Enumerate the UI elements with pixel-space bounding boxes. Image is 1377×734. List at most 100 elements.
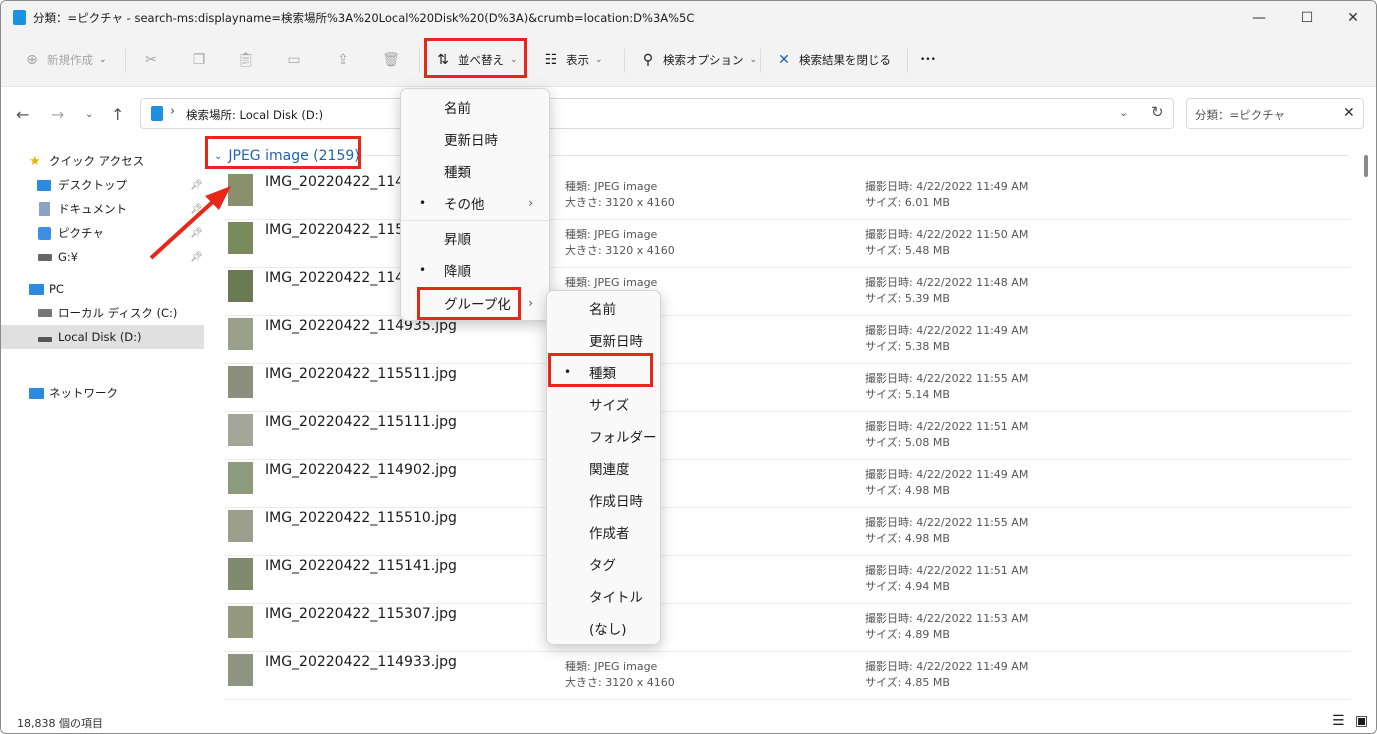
file-size: サイズ: 4.98 MB: [865, 532, 950, 545]
highlight-sort-button: [424, 38, 527, 78]
group-by-option[interactable]: 関連度: [547, 452, 660, 484]
group-by-option[interactable]: タイトル: [547, 580, 660, 612]
sidebar-item-label: Local Disk (D:): [58, 330, 142, 344]
search-options-button[interactable]: ⚲ 検索オプション ⌄: [639, 47, 757, 73]
menu-item-label: その他: [444, 197, 485, 213]
group-by-option[interactable]: フォルダー: [547, 420, 660, 452]
sidebar-item-label: クイック アクセス: [49, 154, 145, 168]
divider: [419, 49, 420, 73]
recent-dropdown-icon[interactable]: ⌄: [85, 109, 93, 120]
cut-button[interactable]: ✂: [142, 47, 166, 73]
image-thumbnail: [228, 366, 253, 398]
file-size: サイズ: 4.94 MB: [865, 580, 950, 593]
refresh-icon[interactable]: ↻: [1151, 103, 1164, 121]
file-size: サイズ: 4.98 MB: [865, 484, 950, 497]
address-bar[interactable]: › 検索場所: Local Disk (D:) ⌄ ↻: [140, 98, 1174, 129]
chevron-down-icon[interactable]: ⌄: [1119, 106, 1128, 119]
file-name: IMG_20220422_115510.jpg: [265, 510, 457, 526]
group-by-option[interactable]: 作成者: [547, 516, 660, 548]
file-row[interactable]: IMG_20220422_1148 種類: JPEG image 撮影日時: 4/2…: [223, 268, 1350, 316]
file-size: サイズ: 5.39 MB: [865, 292, 950, 305]
more-button[interactable]: •••: [920, 47, 936, 73]
details-view-icon[interactable]: ☰: [1332, 713, 1345, 729]
sidebar-item-label: ピクチャ: [58, 226, 104, 240]
view-button[interactable]: ☷ 表示 ⌄: [542, 47, 603, 73]
up-icon[interactable]: ↑: [111, 105, 124, 124]
plus-icon: ⊕: [26, 52, 38, 68]
vertical-scrollbar[interactable]: [1364, 155, 1370, 710]
close-search-button[interactable]: ✕ 検索結果を閉じる: [775, 47, 891, 73]
status-bar: 18,838 個の項目 ☰ ▣: [1, 711, 1376, 733]
group-by-option[interactable]: 作成日時: [547, 484, 660, 516]
file-name: IMG_20220422_1150: [265, 222, 413, 238]
divider: [907, 49, 908, 73]
delete-button[interactable]: 🗑︎: [382, 47, 406, 73]
group-by-option[interactable]: タグ: [547, 548, 660, 580]
sidebar-item-network[interactable]: ネットワーク: [1, 381, 204, 405]
menu-item-label: 作成者: [589, 526, 630, 542]
group-by-option[interactable]: 名前: [547, 292, 660, 324]
sidebar-item-local-c[interactable]: ローカル ディスク (C:): [1, 301, 204, 325]
view-list-icon: ☷: [544, 52, 558, 68]
sort-ascending[interactable]: 昇順: [401, 222, 549, 254]
group-by-option[interactable]: サイズ: [547, 388, 660, 420]
menu-item-label: タグ: [589, 558, 616, 574]
chevron-right-icon: ›: [170, 104, 176, 119]
menu-item-label: フォルダー: [589, 430, 657, 446]
search-options-label: 検索オプション: [663, 53, 744, 67]
file-row[interactable]: IMG_20220422_115307.jpg 撮影日時: 4/22/2022 1…: [223, 604, 1350, 652]
drive-icon: [38, 309, 52, 317]
file-row[interactable]: IMG_20220422_1148 種類: JPEG image 大きさ: 3120…: [223, 172, 1350, 220]
copy-button[interactable]: ❐: [190, 47, 214, 73]
sidebar-item-local-d[interactable]: Local Disk (D:): [1, 325, 204, 349]
paste-button[interactable]: 📋︎: [237, 47, 261, 73]
back-icon[interactable]: ←: [16, 105, 29, 124]
file-row[interactable]: IMG_20220422_114933.jpg 種類: JPEG image 大きさ…: [223, 652, 1350, 700]
file-name: IMG_20220422_115111.jpg: [265, 414, 457, 430]
minimize-button[interactable]: —: [1236, 1, 1282, 35]
sidebar-item-pc[interactable]: PC: [1, 277, 204, 301]
sort-by-date-modified[interactable]: 更新日時: [401, 123, 549, 155]
file-row[interactable]: IMG_20220422_115511.jpg 撮影日時: 4/22/2022 1…: [223, 364, 1350, 412]
file-row[interactable]: IMG_20220422_114935.jpg 撮影日時: 4/22/2022 1…: [223, 316, 1350, 364]
chevron-right-icon: ›: [528, 196, 533, 210]
clear-search-icon[interactable]: ✕: [1343, 105, 1355, 121]
search-folder-icon: [151, 106, 163, 121]
file-row[interactable]: IMG_20220422_115141.jpg 撮影日時: 4/22/2022 1…: [223, 556, 1350, 604]
image-thumbnail: [228, 318, 253, 350]
close-button[interactable]: ✕: [1330, 1, 1376, 35]
sort-descending[interactable]: • 降順: [401, 254, 549, 286]
large-icons-view-icon[interactable]: ▣: [1355, 713, 1368, 729]
sort-by-name[interactable]: 名前: [401, 91, 549, 123]
share-button[interactable]: ⇪: [334, 47, 358, 73]
sort-by-more[interactable]: • その他 ›: [401, 187, 549, 219]
menu-item-label: 昇順: [444, 232, 471, 248]
file-row[interactable]: IMG_20220422_115510.jpg 撮影日時: 4/22/2022 1…: [223, 508, 1350, 556]
file-row[interactable]: IMG_20220422_114902.jpg 撮影日時: 4/22/2022 1…: [223, 460, 1350, 508]
menu-item-label: (なし): [589, 622, 627, 638]
sidebar-item-label: ドキュメント: [58, 202, 127, 216]
maximize-button[interactable]: ☐: [1284, 1, 1330, 35]
menu-item-label: 更新日時: [589, 334, 643, 350]
file-row[interactable]: IMG_20220422_115111.jpg 撮影日時: 4/22/2022 1…: [223, 412, 1350, 460]
file-name: IMG_20220422_114933.jpg: [265, 654, 457, 670]
search-box[interactable]: 分類：=ピクチャ ✕: [1186, 98, 1364, 129]
document-icon: [39, 202, 50, 216]
file-date-taken: 撮影日時: 4/22/2022 11:50 AM: [865, 228, 1029, 241]
file-row[interactable]: IMG_20220422_1150 種類: JPEG image 大きさ: 3120…: [223, 220, 1350, 268]
share-icon: ⇪: [337, 52, 349, 68]
close-icon: ✕: [778, 52, 790, 68]
sidebar-item-label: デスクトップ: [58, 178, 127, 192]
sidebar-item-label: G:¥: [58, 250, 79, 264]
file-date-taken: 撮影日時: 4/22/2022 11:49 AM: [865, 180, 1029, 193]
scrollbar-thumb[interactable]: [1364, 155, 1368, 177]
menu-item-label: 名前: [589, 302, 616, 318]
sort-by-type[interactable]: 種類: [401, 155, 549, 187]
forward-icon[interactable]: →: [51, 105, 64, 124]
rename-button[interactable]: ▭: [285, 47, 309, 73]
group-by-option[interactable]: (なし): [547, 612, 660, 644]
highlight-type-item: [548, 353, 653, 387]
group-by-option[interactable]: 更新日時: [547, 324, 660, 356]
file-name: IMG_20220422_1148: [265, 174, 413, 190]
new-button[interactable]: ⊕ 新規作成 ⌄: [23, 47, 106, 73]
